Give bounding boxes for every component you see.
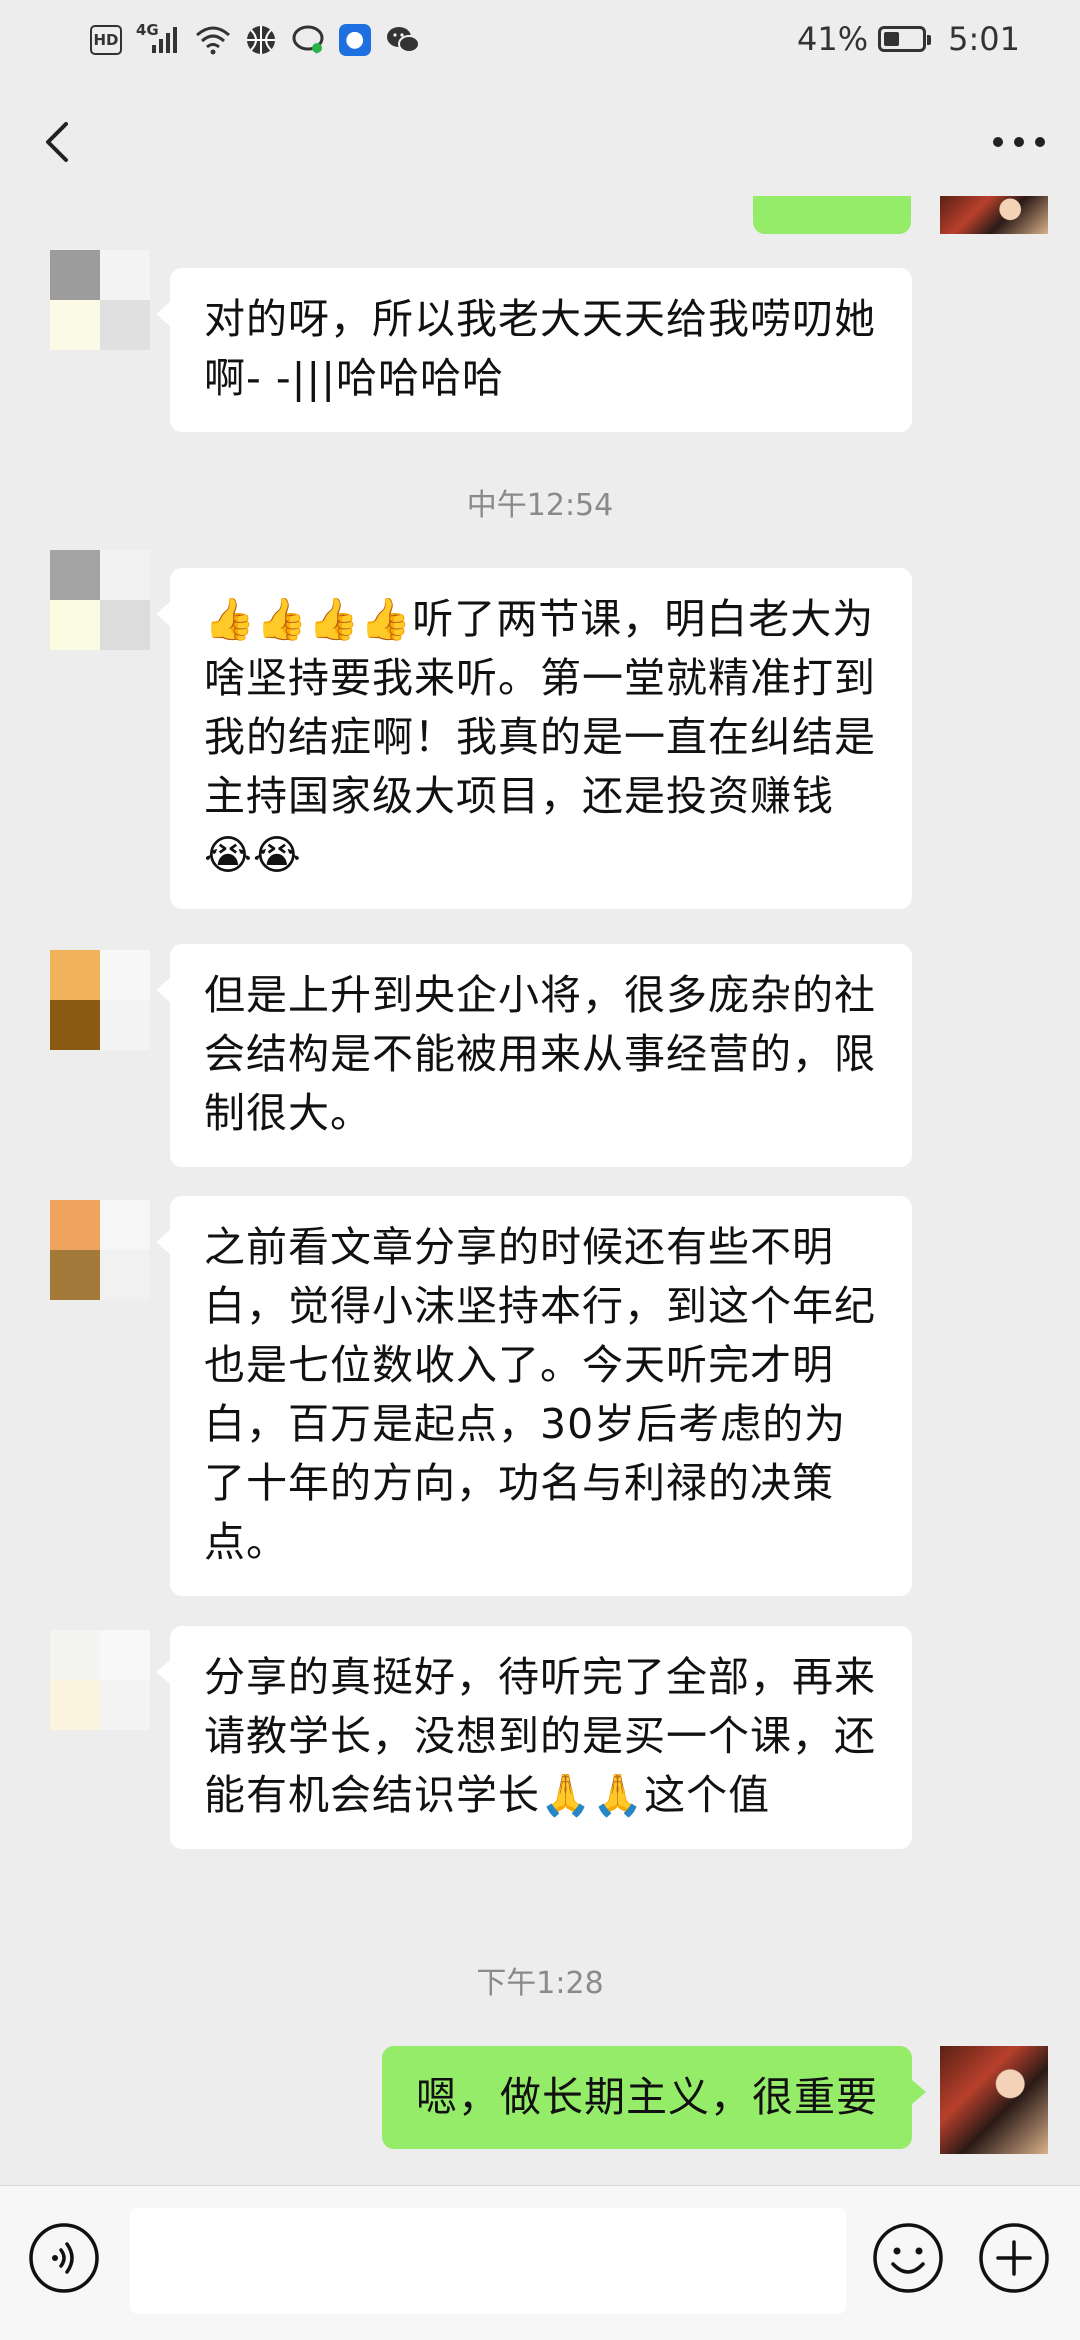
- time-divider: 中午12:54: [466, 488, 614, 523]
- contact-avatar[interactable]: [50, 1630, 150, 1730]
- contact-avatar[interactable]: [50, 950, 150, 1050]
- message-input[interactable]: [130, 2208, 846, 2314]
- battery-percent: 41%: [797, 20, 869, 58]
- app-badge-icon: ●: [338, 24, 371, 56]
- message-bubble-received[interactable]: 但是上升到央企小将，很多庞杂的社会结构是不能被用来从事经营的，限制很大。: [156, 944, 912, 1167]
- message-bubble-received[interactable]: 之前看文章分享的时候还有些不明白，觉得小沫坚持本行，到这个年纪也是七位数收入了。…: [156, 1196, 912, 1596]
- clock-time: 5:01: [948, 20, 1020, 58]
- message-bubble-sent[interactable]: 嗯，做长期主义，很重要: [382, 2046, 926, 2149]
- message-bubble-received[interactable]: 分享的真挺好，待听完了全部，再来请教学长，没想到的是买一个课，还能有机会结识学长…: [156, 1626, 912, 1849]
- message-bubble-received[interactable]: 对的呀，所以我老大天天给我唠叨她啊- -|||哈哈哈哈: [156, 268, 912, 432]
- wifi-icon: [195, 22, 231, 58]
- status-bar: HD 4G ● 41% 5:01: [0, 0, 1080, 84]
- self-avatar[interactable]: [940, 2046, 1048, 2154]
- chat-navbar: [0, 84, 1080, 212]
- contact-avatar[interactable]: [50, 1200, 150, 1300]
- self-avatar-partial[interactable]: [940, 196, 1048, 234]
- chat-input-bar: [0, 2185, 1080, 2340]
- status-icons: HD 4G ●: [90, 21, 421, 58]
- plus-circle-icon[interactable]: [978, 2222, 1050, 2294]
- status-right: 41% 5:01: [797, 20, 1020, 58]
- message-bubble-received[interactable]: 👍👍👍👍听了两节课，明白老大为啥坚持要我来听。第一堂就精准打到我的结症啊！我真的…: [156, 568, 912, 909]
- battery-icon: [878, 26, 932, 52]
- more-dots-icon[interactable]: [984, 112, 1054, 172]
- contact-avatar[interactable]: [50, 250, 150, 350]
- wechat-icon: [385, 22, 421, 58]
- signal-icon: 4G: [136, 21, 181, 58]
- partial-sent-bubble: [753, 196, 911, 234]
- battery-fill: [884, 32, 900, 46]
- contact-avatar[interactable]: [50, 550, 150, 650]
- chat-bubble-icon: [291, 22, 325, 58]
- basketball-icon: [245, 22, 277, 58]
- hd-icon: HD: [90, 25, 122, 55]
- chevron-left-icon[interactable]: [30, 112, 90, 172]
- network-type-label: 4G: [136, 21, 159, 39]
- voice-icon[interactable]: [28, 2222, 100, 2294]
- emoji-icon[interactable]: [872, 2222, 944, 2294]
- time-divider: 下午1:28: [476, 1966, 604, 2001]
